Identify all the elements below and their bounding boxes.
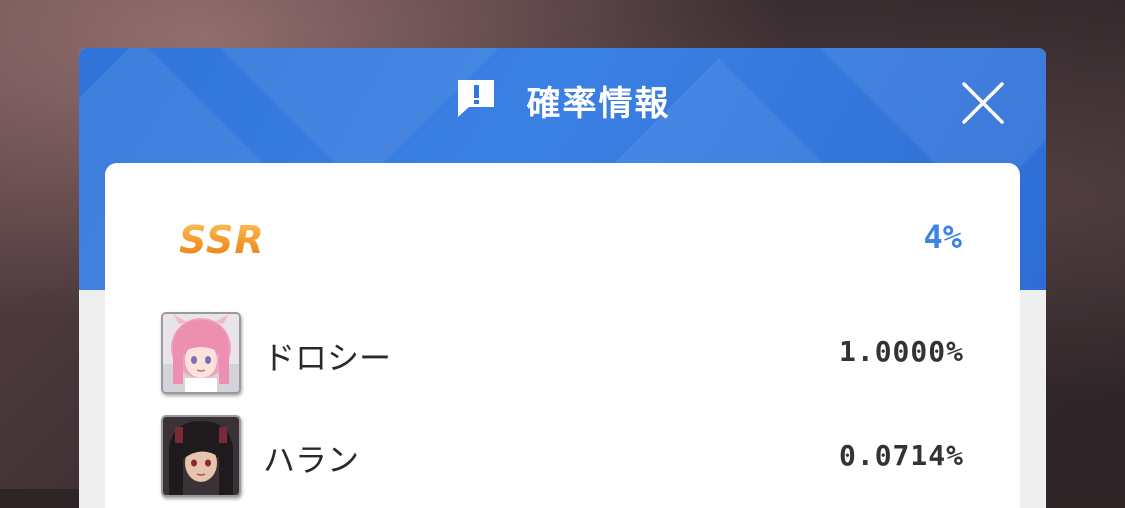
list-item[interactable]: ハラン 0.0714%: [105, 413, 1020, 503]
ssr-rarity-badge: SSR: [179, 218, 265, 262]
close-icon: [962, 82, 1004, 124]
close-button[interactable]: [960, 80, 1006, 126]
character-name: ドロシー: [263, 339, 392, 377]
character-name: ハラン: [263, 441, 360, 479]
character-rate: 0.0714%: [838, 439, 964, 472]
ssr-total-rate: 4%: [923, 218, 962, 256]
info-exclamation-icon: [455, 77, 497, 123]
list-item[interactable]: ドロシー 1.0000%: [105, 309, 1020, 399]
rarity-header-row: SSR 4%: [105, 163, 1020, 293]
probability-list-panel: SSR 4% ドロシー 1.0000% ハラン 0.0714%: [105, 163, 1020, 508]
probability-dialog: 確率情報 SSR 4% ドロシー 1.0000% ハラン 0.0714%: [79, 48, 1046, 508]
character-rate: 1.0000%: [838, 335, 964, 368]
dialog-title: 確率情報: [526, 83, 671, 124]
dorothy-portrait: [161, 312, 241, 394]
harran-portrait: [161, 415, 241, 497]
dialog-title-group: 確率情報: [79, 77, 1046, 124]
